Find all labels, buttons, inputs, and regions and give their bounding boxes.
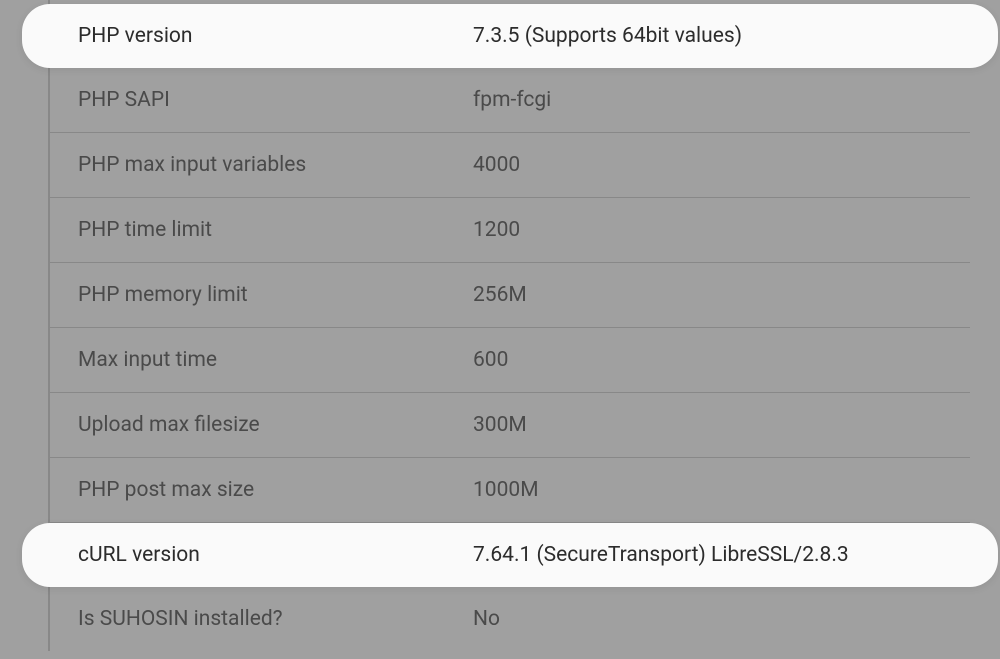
row-value: 256M	[473, 283, 942, 307]
row-value: fpm-fcgi	[473, 88, 942, 112]
row-label: Max input time	[78, 348, 473, 372]
table-row: PHP time limit 1200	[50, 198, 970, 263]
table-row: Is SUHOSIN installed? No	[50, 587, 970, 651]
row-value: 300M	[473, 413, 942, 437]
row-value: 1000M	[473, 478, 942, 502]
table-row: PHP post max size 1000M	[50, 458, 970, 523]
table-body: PHP version 7.3.5 (Supports 64bit values…	[50, 0, 970, 651]
row-value: No	[473, 607, 942, 631]
table-row: cURL version 7.64.1 (SecureTransport) Li…	[22, 523, 998, 587]
row-value: 4000	[473, 153, 942, 177]
row-label: Upload max filesize	[78, 413, 473, 437]
system-info-table: PHP version 7.3.5 (Supports 64bit values…	[0, 0, 1000, 651]
row-value: 7.3.5 (Supports 64bit values)	[473, 24, 942, 48]
table-row: Upload max filesize 300M	[50, 393, 970, 458]
row-label: PHP post max size	[78, 478, 473, 502]
table-row: PHP SAPI fpm-fcgi	[50, 68, 970, 133]
table-row: PHP memory limit 256M	[50, 263, 970, 328]
row-value: 7.64.1 (SecureTransport) LibreSSL/2.8.3	[473, 543, 942, 567]
row-value: 600	[473, 348, 942, 372]
row-label: PHP SAPI	[78, 88, 473, 112]
row-label: Is SUHOSIN installed?	[78, 607, 473, 631]
table-row: Max input time 600	[50, 328, 970, 393]
row-label: PHP memory limit	[78, 283, 473, 307]
table-row: PHP version 7.3.5 (Supports 64bit values…	[22, 4, 998, 68]
row-label: PHP version	[78, 24, 473, 48]
row-label: cURL version	[78, 543, 473, 567]
row-label: PHP time limit	[78, 218, 473, 242]
row-value: 1200	[473, 218, 942, 242]
row-label: PHP max input variables	[78, 153, 473, 177]
table-row: PHP max input variables 4000	[50, 133, 970, 198]
